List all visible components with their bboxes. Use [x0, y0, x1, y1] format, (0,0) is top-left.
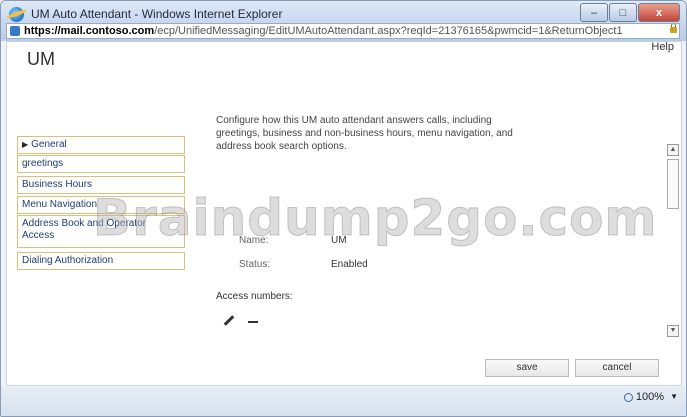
nav-item-label: Dialing Authorization [22, 255, 114, 266]
zoom-icon [623, 392, 633, 402]
nav-item-general[interactable]: ▶ General [17, 136, 185, 154]
status-bar [1, 387, 686, 416]
address-bar[interactable]: https://mail.contoso.com/ecp/UnifiedMess… [6, 23, 680, 39]
nav-item-greetings[interactable]: greetings [17, 155, 185, 173]
url-text[interactable]: https://mail.contoso.com/ecp/UnifiedMess… [24, 24, 623, 38]
nav-item-label: Business Hours [22, 179, 93, 190]
lock-icon[interactable] [670, 24, 677, 33]
status-value: Enabled [331, 259, 368, 270]
nav-item-label: Menu Navigation [22, 199, 98, 210]
cancel-button[interactable]: cancel [575, 359, 659, 377]
url-path: /ecp/UnifiedMessaging/EditUMAutoAttendan… [154, 25, 623, 37]
status-label: Status: [239, 259, 271, 270]
scroll-down-button[interactable]: ▼ [667, 325, 679, 337]
nav-item-label: greetings [22, 158, 64, 169]
page-icon [10, 26, 20, 36]
browser-window: UM Auto Attendant - Windows Internet Exp… [0, 0, 687, 417]
url-host: https://mail.contoso.com [24, 25, 155, 37]
watermark: Braindump2go.com [93, 189, 658, 248]
scroll-up-button[interactable]: ▲ [667, 144, 679, 156]
description-text: Configure how this UM auto attendant ans… [216, 115, 513, 152]
save-button[interactable]: save [485, 359, 569, 377]
scrollbar-thumb[interactable] [667, 159, 679, 209]
window-controls: – □ x [579, 3, 680, 22]
nav-item-label: General [31, 139, 67, 150]
title-bar: UM Auto Attendant - Windows Internet Exp… [1, 1, 686, 41]
selected-arrow-icon: ▶ [22, 140, 29, 149]
nav-item-dialing-authorization[interactable]: Dialing Authorization [17, 252, 185, 270]
window-title: UM Auto Attendant - Windows Internet Exp… [31, 7, 283, 21]
page-title: UM [27, 49, 55, 69]
minus-icon[interactable] [248, 321, 258, 323]
internet-explorer-icon [9, 7, 24, 22]
close-button[interactable]: x [638, 3, 680, 22]
help-link[interactable]: Help [651, 41, 674, 53]
access-numbers-label: Access numbers: [216, 291, 293, 302]
minimize-button[interactable]: – [580, 3, 608, 22]
chevron-down-icon[interactable]: ▼ [670, 392, 678, 401]
zoom-level: 100% [635, 391, 664, 403]
zoom-control[interactable]: 100% [623, 391, 664, 403]
maximize-button[interactable]: □ [609, 3, 637, 22]
